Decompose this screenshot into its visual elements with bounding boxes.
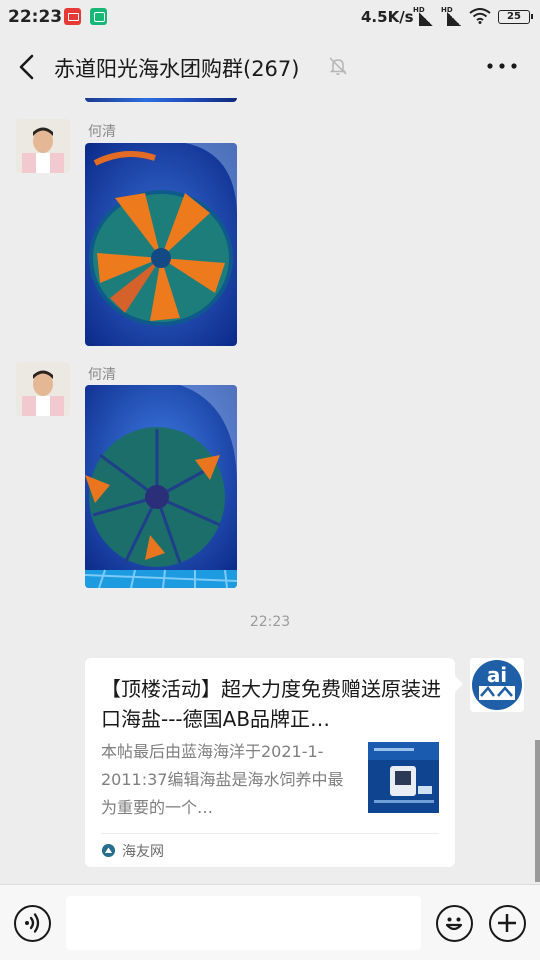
card-title: 【顶楼活动】超大力度免费赠送原装进口海盐---德国AB品牌正… xyxy=(101,677,441,731)
sender-name: 何清 xyxy=(88,124,116,140)
card-source-name: 海友网 xyxy=(122,844,164,860)
chat-title: 赤道阳光海水团购群(267) xyxy=(54,57,300,81)
my-avatar[interactable]: ai xyxy=(470,658,524,712)
mute-bell-icon xyxy=(329,57,347,75)
emoji-icon xyxy=(445,917,463,931)
link-card-message[interactable]: 【顶楼活动】超大力度免费赠送原装进口海盐---德国AB品牌正… 本帖最后由蓝海海… xyxy=(85,658,455,867)
app-notification-icon-2 xyxy=(90,8,107,25)
emoji-button[interactable] xyxy=(436,905,473,942)
card-thumbnail xyxy=(368,742,439,813)
voice-input-button[interactable] xyxy=(14,905,51,942)
coral-image-message[interactable] xyxy=(85,385,237,588)
app-notification-icon xyxy=(64,8,81,25)
status-time: 22:23 xyxy=(8,7,63,27)
partial-image-message[interactable] xyxy=(85,98,237,102)
signal-icon-2: HD xyxy=(441,6,461,26)
card-divider xyxy=(101,833,439,834)
chat-header: 赤道阳光海水团购群(267) xyxy=(0,36,540,98)
scrollbar[interactable] xyxy=(535,740,540,882)
back-button[interactable] xyxy=(16,54,40,80)
more-functions-button[interactable] xyxy=(489,905,526,942)
message-input[interactable] xyxy=(66,896,421,950)
more-options-button[interactable] xyxy=(484,56,520,76)
avatar[interactable] xyxy=(16,119,70,173)
message-timestamp: 22:23 xyxy=(249,614,291,630)
voice-icon xyxy=(25,913,40,933)
signal-icon: HD xyxy=(413,6,433,26)
svg-text:ai: ai xyxy=(487,663,507,687)
bubble-tail xyxy=(455,676,463,692)
wifi-icon xyxy=(469,8,491,24)
sender-name: 何清 xyxy=(88,367,116,383)
chat-message-list[interactable]: 何清 何清 22:23 【顶楼活动】超大力度免费赠送原装进口海盐---德国AB品… xyxy=(0,98,540,884)
status-bar: 22:23 4.5K/s HD HD 25 xyxy=(0,0,540,36)
battery-icon: 25 xyxy=(498,10,533,24)
avatar[interactable] xyxy=(16,362,70,416)
card-description: 本帖最后由蓝海海洋于2021-1-2011:37编辑海盐是海水饲养中最为重要的一… xyxy=(101,742,344,817)
plus-icon xyxy=(498,914,516,932)
source-logo-icon xyxy=(102,844,115,857)
network-speed: 4.5K/s xyxy=(361,8,414,26)
message-input-bar xyxy=(0,884,540,960)
coral-image-message[interactable] xyxy=(85,143,237,346)
